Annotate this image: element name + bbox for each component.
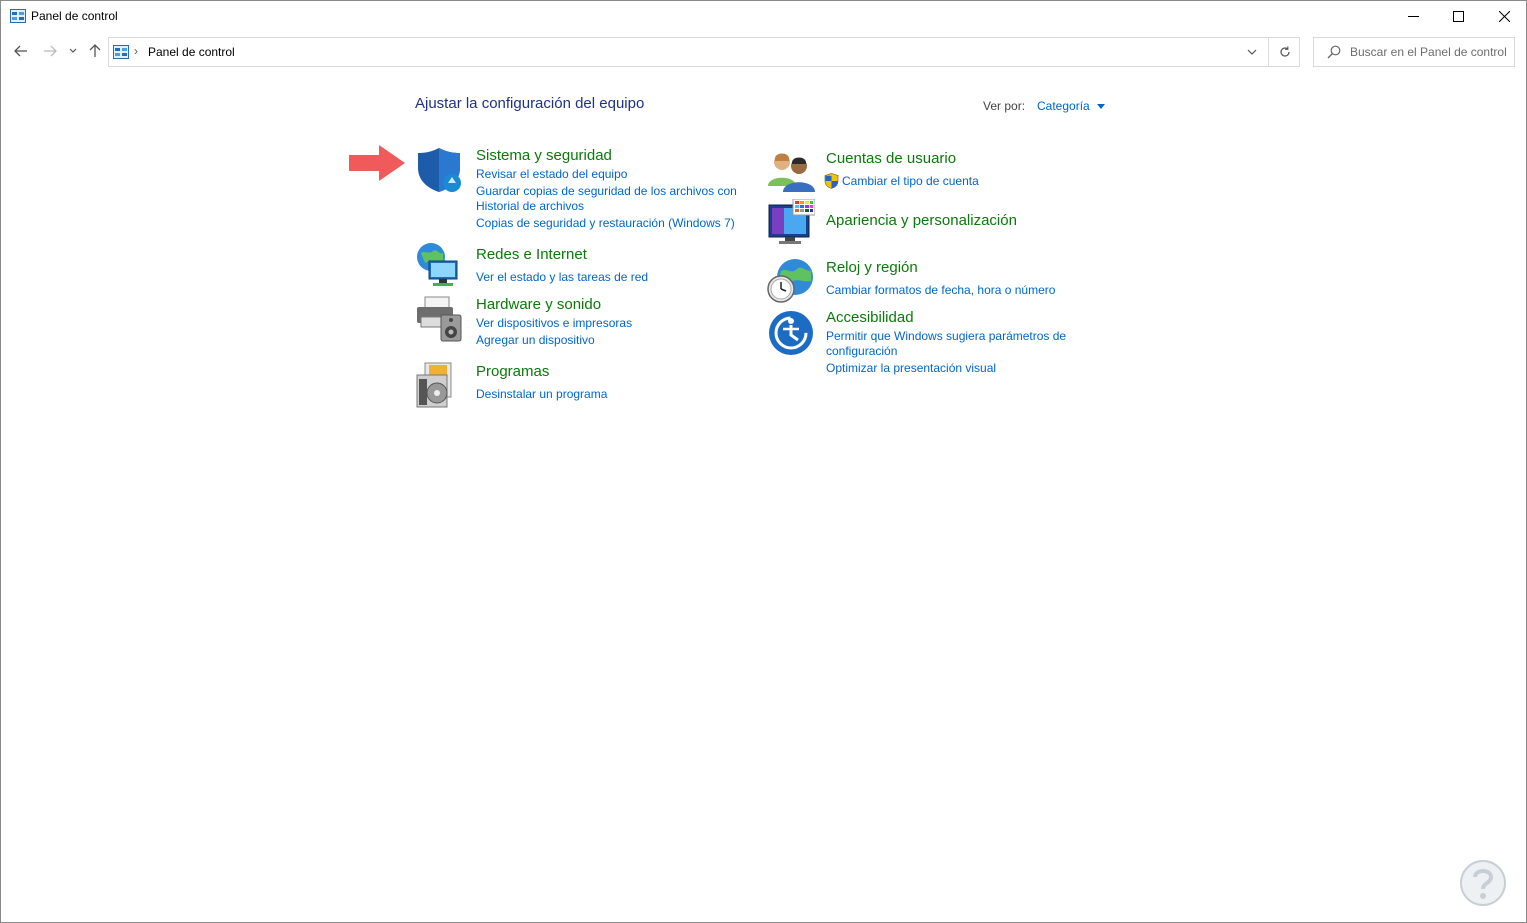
link-ver-dispositivos[interactable]: Ver dispositivos e impresoras [476,316,632,331]
link-estado-red[interactable]: Ver el estado y las tareas de red [476,270,648,285]
refresh-button[interactable] [1268,38,1300,66]
breadcrumb-separator-icon: › [134,44,138,58]
chevron-down-icon [69,48,77,53]
link-optimizar-presentacion[interactable]: Optimizar la presentación visual [826,361,996,376]
forward-button[interactable] [40,41,60,61]
category-title-cuentas[interactable]: Cuentas de usuario [826,150,956,167]
close-button[interactable] [1481,1,1527,32]
view-by-label: Ver por: [983,99,1026,113]
up-button[interactable] [85,41,105,61]
category-title-redes[interactable]: Redes e Internet [476,246,587,263]
back-button[interactable] [11,41,31,61]
link-cambiar-formatos[interactable]: Cambiar formatos de fecha, hora o número [826,283,1055,298]
category-title-accesibilidad[interactable]: Accesibilidad [826,309,914,326]
control-panel-icon [10,9,26,23]
link-copias-restauracion[interactable]: Copias de seguridad y restauración (Wind… [476,216,735,231]
caret-down-icon [1096,103,1105,109]
search-box[interactable] [1313,37,1515,67]
printer-speaker-icon [417,296,462,342]
link-historial-archivos[interactable]: Historial de archivos [476,199,584,214]
breadcrumb[interactable]: Panel de control [148,45,235,59]
back-arrow-icon [14,45,27,57]
network-globe-icon [417,243,458,286]
category-title-sistema[interactable]: Sistema y seguridad [476,147,612,164]
link-desinstalar-programa[interactable]: Desinstalar un programa [476,387,607,402]
appearance-monitor-icon [768,199,815,244]
category-title-reloj[interactable]: Reloj y región [826,259,918,276]
maximize-icon [1452,11,1464,22]
control-panel-window: Panel de control › Panel de control Busc… [0,0,1527,923]
accessibility-icon [769,311,813,355]
search-input[interactable] [1350,43,1510,61]
up-arrow-icon [89,44,101,57]
page-title: Ajustar la configuración del equipo [415,95,645,112]
category-title-hardware[interactable]: Hardware y sonido [476,296,601,313]
refresh-icon [1279,46,1290,57]
link-revisar-estado[interactable]: Revisar el estado del equipo [476,167,627,182]
programs-disc-icon [416,362,452,408]
recent-locations-button[interactable] [65,41,81,61]
watermark-logo-icon [1460,860,1506,906]
chevron-down-icon [1247,49,1257,55]
annotation-arrow-icon [349,145,405,181]
maximize-button[interactable] [1435,1,1481,32]
clock-globe-icon [767,259,813,303]
view-by-dropdown[interactable]: Categoría [1037,99,1105,113]
address-bar[interactable]: › Panel de control [108,37,1300,67]
minimize-button[interactable] [1390,1,1436,32]
security-shield-icon [418,148,461,192]
title-bar[interactable]: Panel de control [1,1,1526,32]
user-accounts-icon [768,153,815,192]
control-panel-icon [113,45,129,59]
link-agregar-dispositivo[interactable]: Agregar un dispositivo [476,333,595,348]
minimize-icon [1407,16,1419,17]
window-title: Panel de control [31,9,118,23]
link-configuracion[interactable]: configuración [826,344,897,359]
address-dropdown-button[interactable] [1240,38,1264,66]
category-title-apariencia[interactable]: Apariencia y personalización [826,212,1017,229]
link-windows-sugiera[interactable]: Permitir que Windows sugiera parámetros … [826,329,1066,344]
close-icon [1498,11,1510,22]
search-icon [1327,45,1341,59]
view-by-value: Categoría [1037,99,1090,113]
category-title-programas[interactable]: Programas [476,363,549,380]
link-cambiar-tipo-cuenta[interactable]: Cambiar el tipo de cuenta [842,174,979,189]
link-guardar-copias[interactable]: Guardar copias de seguridad de los archi… [476,184,737,199]
forward-arrow-icon [44,45,57,57]
uac-shield-icon [824,173,839,189]
